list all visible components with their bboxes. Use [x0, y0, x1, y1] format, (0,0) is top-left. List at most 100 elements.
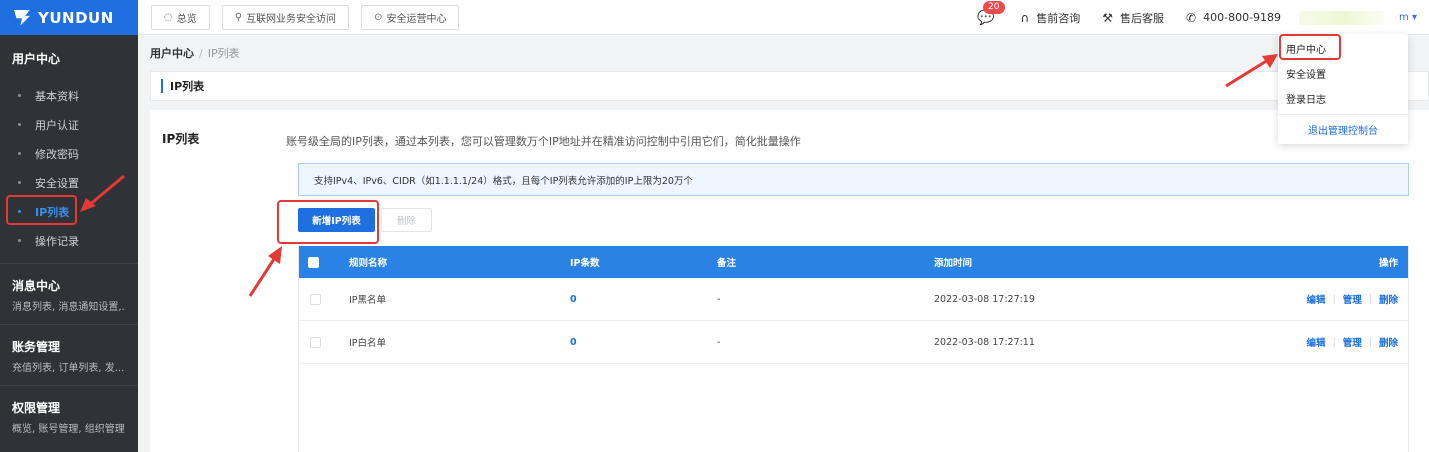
- phone-number: 400-800-9189: [1203, 11, 1282, 24]
- edit-link[interactable]: 编辑: [1307, 292, 1326, 306]
- bullet-icon: [18, 94, 21, 97]
- brand-logo[interactable]: YUNDUN: [0, 0, 138, 35]
- phone-icon: ✆: [1186, 10, 1197, 25]
- table-row: IP黑名单 0 - 2022-03-08 17:27:19 编辑 | 管理 | 删除: [299, 278, 1408, 321]
- sidebar-group-billing[interactable]: 账务管理 充值列表, 订单列表, 发...: [0, 324, 138, 385]
- manage-link[interactable]: 管理: [1343, 335, 1362, 349]
- group-desc: 概览, 账号管理, 组织管理: [12, 424, 125, 435]
- sidebar: YUNDUN 用户中心 基本资料 用户认证 修改密码 安全设置 IP列表 操作记…: [0, 0, 138, 452]
- sidebar-group-permissions[interactable]: 权限管理 概览, 账号管理, 组织管理: [0, 385, 138, 446]
- message-badge: 20: [983, 0, 1005, 14]
- header-count: IP条数: [570, 258, 600, 269]
- breadcrumb-current: IP列表: [207, 47, 240, 60]
- dropdown-item-login-log[interactable]: 登录日志: [1278, 86, 1408, 111]
- aftersales-label: 售后客服: [1120, 11, 1165, 25]
- annotation-arrow-sidebar: [80, 174, 125, 212]
- overview-button[interactable]: ◌ 总览: [151, 4, 210, 30]
- row-time: 2022-03-08 17:27:19: [934, 293, 1035, 305]
- breadcrumb-separator: /: [199, 47, 203, 60]
- bullet-icon: [18, 123, 21, 126]
- top-bar: ◌ 总览 ⚲ 互联网业务安全访问 ⊙ 安全运营中心 💬 20 ∩ 售前咨询 ⚒ …: [138, 0, 1429, 35]
- annotation-arrow-dropdown: [1225, 54, 1278, 88]
- ops-divider: |: [1332, 293, 1336, 305]
- bullet-icon: [18, 152, 21, 155]
- annotation-box-sidebar: [6, 195, 77, 225]
- ip-list-table: 规则名称 IP条数 备注 添加时间 操作 IP黑名单 0 - 2022-03-0…: [298, 246, 1409, 452]
- page-title: IP列表: [170, 80, 205, 93]
- group-desc: 消息列表, 消息通知设置,...: [12, 302, 126, 313]
- header-remark: 备注: [717, 258, 737, 269]
- logout-button[interactable]: 退出管理控制台: [1278, 115, 1408, 143]
- message-button[interactable]: 💬 20: [977, 0, 1005, 26]
- logo-icon: [14, 10, 30, 26]
- user-menu-toggle[interactable]: m ▾: [1399, 12, 1417, 23]
- header-ops: 操作: [1378, 258, 1398, 269]
- sidebar-item-label: 基本资料: [35, 89, 79, 103]
- title-accent-bar: [161, 79, 163, 93]
- manage-link[interactable]: 管理: [1343, 292, 1362, 306]
- select-all-checkbox[interactable]: [308, 256, 319, 268]
- sidebar-item-operation-log[interactable]: 操作记录: [0, 226, 138, 255]
- row-count-link[interactable]: 0: [570, 321, 577, 363]
- row-name: IP白名单: [349, 338, 387, 349]
- internet-access-button[interactable]: ⚲ 互联网业务安全访问: [221, 4, 350, 30]
- presales-label: 售前咨询: [1036, 11, 1081, 25]
- security-ops-button[interactable]: ⊙ 安全运营中心: [361, 4, 460, 30]
- brand-name: YUNDUN: [38, 8, 114, 27]
- sidebar-item-password[interactable]: 修改密码: [0, 139, 138, 168]
- header-time: 添加时间: [934, 258, 973, 269]
- row-checkbox-cell: [310, 278, 321, 320]
- user-account-blurred[interactable]: [1299, 10, 1386, 25]
- bullet-icon: [18, 181, 21, 184]
- delete-link[interactable]: 删除: [1379, 335, 1398, 349]
- row-checkbox-cell: [310, 321, 321, 363]
- row-checkbox[interactable]: [310, 293, 321, 305]
- annotation-arrow-add-button: [248, 246, 282, 297]
- link-icon: ⚲: [234, 11, 243, 23]
- security-ops-label: 安全运营中心: [386, 13, 447, 25]
- headset-icon: ∩: [1020, 10, 1030, 25]
- phone-link[interactable]: ✆ 400-800-9189: [1186, 11, 1281, 25]
- sidebar-group-messages[interactable]: 消息中心 消息列表, 消息通知设置,...: [0, 263, 138, 324]
- delete-link[interactable]: 删除: [1379, 292, 1398, 306]
- header-name: 规则名称: [349, 258, 388, 269]
- edit-link[interactable]: 编辑: [1307, 335, 1326, 349]
- dropdown-item-security[interactable]: 安全设置: [1278, 61, 1408, 86]
- header-checkbox-cell: [308, 246, 319, 278]
- presales-link[interactable]: ∩ 售前咨询: [1020, 10, 1080, 26]
- breadcrumb-root[interactable]: 用户中心: [150, 47, 194, 60]
- row-ops: 编辑 | 管理 | 删除: [1307, 321, 1398, 363]
- breadcrumb: 用户中心 / IP列表: [150, 45, 240, 61]
- delete-button[interactable]: 删除: [381, 208, 432, 232]
- row-remark: -: [717, 336, 721, 348]
- wrench-icon: ⚒: [1102, 10, 1114, 25]
- group-title: 账务管理: [12, 340, 61, 354]
- row-count-link[interactable]: 0: [570, 278, 577, 320]
- row-remark: -: [717, 293, 721, 305]
- internet-access-label: 互联网业务安全访问: [246, 13, 337, 25]
- table-row: IP白名单 0 - 2022-03-08 17:27:11 编辑 | 管理 | 删除: [299, 321, 1408, 364]
- info-notice: 支持IPv4、IPv6、CIDR（如1.1.1.1/24）格式，且每个IP列表允…: [298, 163, 1409, 196]
- ops-divider: |: [1368, 293, 1372, 305]
- shield-icon: ⊙: [374, 11, 383, 23]
- bullet-icon: [18, 239, 21, 242]
- sidebar-item-verification[interactable]: 用户认证: [0, 110, 138, 139]
- ops-divider: |: [1368, 336, 1372, 348]
- aftersales-link[interactable]: ⚒ 售后客服: [1102, 10, 1164, 26]
- group-title: 消息中心: [12, 279, 61, 293]
- sidebar-section-title[interactable]: 用户中心: [0, 35, 138, 81]
- sidebar-sub-list: 基本资料 用户认证 修改密码 安全设置 IP列表 操作记录: [0, 81, 138, 255]
- section-title: IP列表: [162, 132, 200, 146]
- row-ops: 编辑 | 管理 | 删除: [1307, 278, 1398, 320]
- sidebar-item-profile[interactable]: 基本资料: [0, 81, 138, 110]
- content-panel: IP列表 账号级全局的IP列表，通过本列表，您可以管理数万个IP地址并在精准访问…: [150, 110, 1429, 452]
- group-desc: 充值列表, 订单列表, 发...: [12, 363, 125, 374]
- annotation-box-dropdown: [1279, 34, 1341, 60]
- section-description: 账号级全局的IP列表，通过本列表，您可以管理数万个IP地址并在精准访问控制中引用…: [286, 135, 801, 148]
- sidebar-item-label: 修改密码: [35, 147, 79, 161]
- group-title: 权限管理: [12, 401, 61, 415]
- sidebar-item-label: 安全设置: [35, 176, 79, 190]
- dashboard-icon: ◌: [164, 11, 173, 23]
- row-checkbox[interactable]: [310, 336, 321, 348]
- ops-divider: |: [1332, 336, 1336, 348]
